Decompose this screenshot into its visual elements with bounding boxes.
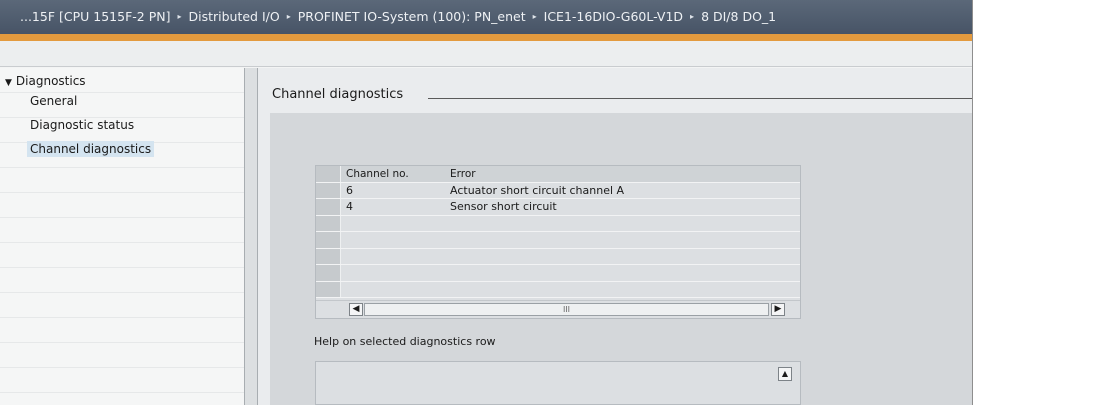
row-header-cell[interactable] — [316, 215, 341, 231]
content-area: Channel diagnostics Channel no. Error 6 … — [258, 68, 972, 405]
breadcrumb-separator-icon: ▸ — [286, 12, 291, 21]
breadcrumb-item-device[interactable]: ICE1-16DIO-G60L-V1D — [544, 0, 683, 34]
cell-error: Actuator short circuit channel A — [450, 183, 625, 197]
cell-channel-no: 4 — [346, 200, 353, 213]
table-row-empty[interactable] — [316, 281, 800, 298]
scroll-left-icon[interactable]: ◀ — [349, 303, 363, 316]
toolbar-strip — [0, 41, 972, 67]
row-header-cell[interactable] — [316, 281, 341, 297]
diagnostics-panel: Channel no. Error 6 Actuator short circu… — [270, 113, 972, 405]
cell-channel-no: 6 — [346, 183, 353, 197]
breadcrumb-item-module[interactable]: 8 DI/8 DO_1 — [701, 0, 776, 34]
row-header-cell[interactable] — [316, 248, 341, 264]
breadcrumb-item-profinet-system[interactable]: PROFINET IO-System (100): PN_enet — [298, 0, 526, 34]
cell-error: Sensor short circuit — [450, 200, 557, 213]
breadcrumb-separator-icon: ▸ — [690, 12, 695, 21]
column-header-channel-no[interactable]: Channel no. — [346, 166, 409, 182]
navigation-tree: ▼ Diagnostics General Diagnostic status C… — [0, 68, 244, 405]
table-header-row: Channel no. Error — [316, 166, 800, 183]
accent-bar — [0, 34, 972, 41]
table-row[interactable]: 4 Sensor short circuit — [316, 199, 800, 216]
properties-window: ...15F [CPU 1515F-2 PN] ▸ Distributed I/O ▸… — [0, 0, 973, 405]
table-row-empty[interactable] — [316, 232, 800, 249]
scroll-up-icon[interactable]: ▲ — [778, 367, 792, 381]
section-divider — [428, 98, 972, 99]
help-label: Help on selected diagnostics row — [314, 335, 496, 348]
tree-item-diagnostic-status[interactable]: Diagnostic status — [30, 117, 134, 133]
breadcrumb-item-distributed-io[interactable]: Distributed I/O — [188, 0, 279, 34]
table-row-empty[interactable] — [316, 215, 800, 232]
breadcrumb-separator-icon: ▸ — [177, 12, 182, 21]
row-header-cell — [316, 166, 341, 182]
horizontal-scrollbar[interactable]: ◀ III ▶ — [316, 300, 800, 318]
tree-group-diagnostics[interactable]: ▼ Diagnostics — [5, 73, 86, 89]
tree-item-general[interactable]: General — [30, 93, 77, 109]
table-row-empty[interactable] — [316, 265, 800, 282]
breadcrumb: ...15F [CPU 1515F-2 PN] ▸ Distributed I/O ▸… — [20, 0, 776, 34]
row-header-cell[interactable] — [316, 232, 341, 248]
section-title: Channel diagnostics — [272, 87, 404, 102]
row-header-cell[interactable] — [316, 265, 341, 281]
column-header-error[interactable]: Error — [450, 166, 476, 182]
scrollbar-thumb[interactable]: III — [364, 303, 769, 316]
row-header-cell[interactable] — [316, 182, 341, 198]
row-header-cell[interactable] — [316, 199, 341, 215]
tree-group-label: Diagnostics — [15, 74, 86, 88]
title-bar: ...15F [CPU 1515F-2 PN] ▸ Distributed I/O ▸… — [0, 0, 972, 34]
channel-diagnostics-table: Channel no. Error 6 Actuator short circu… — [315, 165, 801, 319]
breadcrumb-separator-icon: ▸ — [532, 12, 537, 21]
scroll-right-icon[interactable]: ▶ — [771, 303, 785, 316]
table-row-empty[interactable] — [316, 248, 800, 265]
panel-splitter[interactable] — [244, 68, 258, 405]
tree-item-channel-diagnostics[interactable]: Channel diagnostics — [27, 141, 155, 157]
expand-arrow-icon[interactable]: ▼ — [5, 78, 12, 88]
help-text-box[interactable]: ▲ — [315, 361, 801, 405]
table-row[interactable]: 6 Actuator short circuit channel A — [316, 182, 800, 199]
breadcrumb-item-cpu[interactable]: ...15F [CPU 1515F-2 PN] — [20, 0, 170, 34]
